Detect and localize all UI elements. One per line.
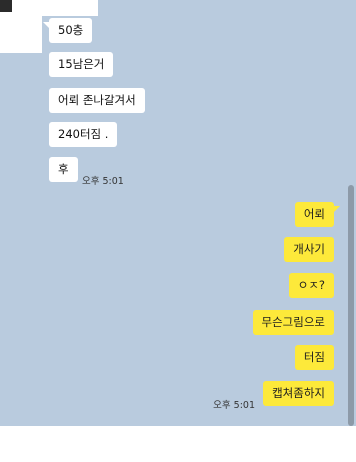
message-text: ㅇㅈ? bbox=[297, 278, 325, 292]
bubble-tail bbox=[333, 206, 340, 213]
outgoing-message[interactable]: 터짐 bbox=[294, 345, 334, 370]
sender-name-area bbox=[40, 0, 98, 16]
message-text: 터짐 bbox=[303, 350, 325, 364]
outgoing-message[interactable]: 개사기 bbox=[284, 237, 334, 262]
incoming-message[interactable]: 어뢰 존나갈겨서 bbox=[49, 88, 145, 113]
incoming-message[interactable]: 240터짐 . bbox=[49, 122, 118, 147]
bubble-tail bbox=[43, 22, 50, 29]
message-text: 50층 bbox=[58, 23, 84, 37]
outgoing-message[interactable]: 캡쳐좀하지 bbox=[263, 381, 334, 406]
sender-avatar[interactable] bbox=[0, 0, 42, 53]
outgoing-timestamp: 오후 5:01 bbox=[213, 400, 255, 411]
chat-area: 50층 15남은거 어뢰 존나갈겨서 240터짐 . 후 오후 5:01 어뢰 … bbox=[0, 0, 356, 426]
outgoing-message[interactable]: 어뢰 bbox=[294, 202, 340, 227]
message-text: 개사기 bbox=[293, 242, 325, 256]
chat-scrollbar[interactable] bbox=[348, 185, 354, 426]
message-text: 어뢰 bbox=[303, 207, 325, 221]
message-text: 캡쳐좀하지 bbox=[272, 386, 325, 400]
message-text: 어뢰 존나갈겨서 bbox=[58, 93, 136, 107]
outgoing-message[interactable]: ㅇㅈ? bbox=[288, 273, 334, 298]
incoming-timestamp: 오후 5:01 bbox=[82, 176, 124, 187]
message-text: 15남은거 bbox=[58, 57, 105, 71]
message-text: 후 bbox=[58, 162, 69, 176]
incoming-message[interactable]: 15남은거 bbox=[49, 52, 114, 77]
message-text: 무슨그림으로 bbox=[261, 315, 325, 329]
avatar-photo-corner bbox=[0, 0, 12, 12]
incoming-message[interactable]: 50층 bbox=[43, 18, 93, 43]
message-text: 240터짐 . bbox=[58, 127, 109, 141]
outgoing-message[interactable]: 무슨그림으로 bbox=[252, 310, 334, 335]
incoming-message[interactable]: 후 bbox=[49, 157, 78, 182]
